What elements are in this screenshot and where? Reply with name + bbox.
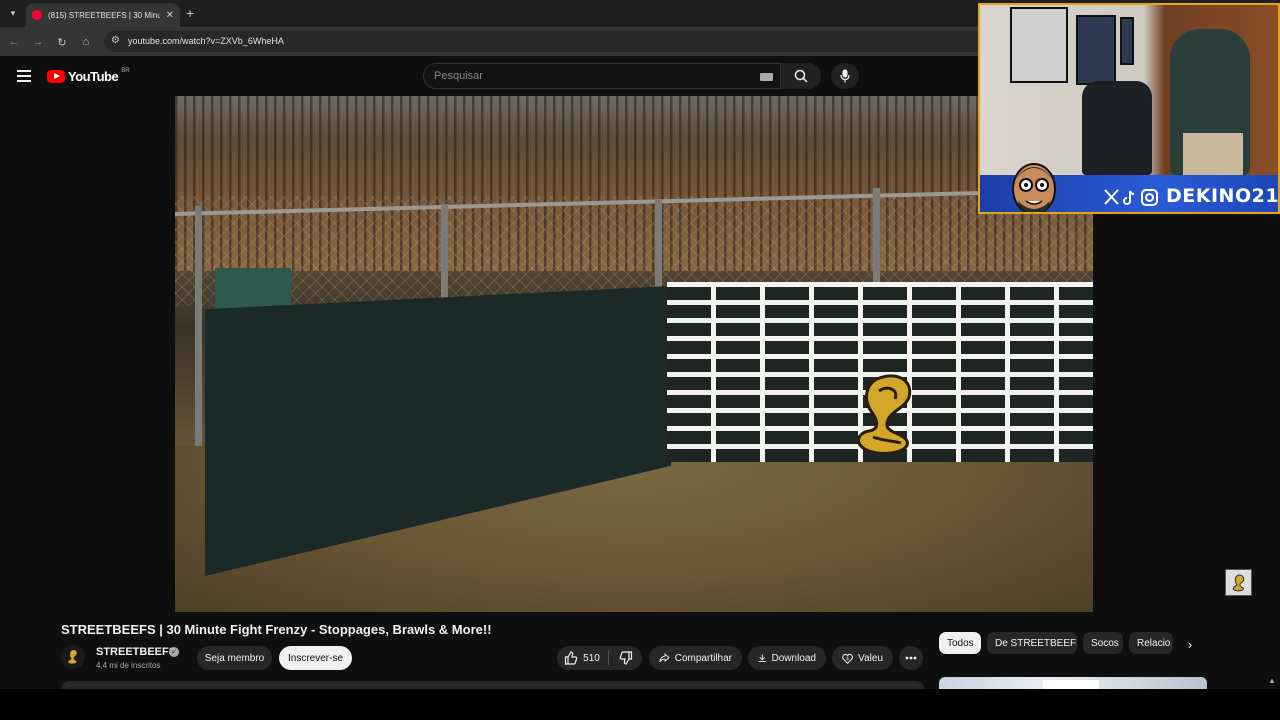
share-label: Compartilhar [674,652,732,664]
cartoon-avatar-icon [1012,163,1056,212]
subscriber-count: 4,4 mi de inscritos [96,661,161,670]
wall-poster [1120,17,1134,65]
chip-label: De STREETBEEFS [995,637,1077,649]
recommended-video-thumbnail[interactable] [939,677,1207,689]
bottom-bar [0,689,1280,720]
browser-tab[interactable]: (815) STREETBEEFS | 30 Minute Fight Fren… [26,3,180,27]
like-count: 510 [583,652,600,664]
channel-name[interactable]: STREETBEEFS [96,646,176,658]
search-box [423,63,781,89]
chip-todos[interactable]: Todos [939,632,981,654]
verified-badge-icon: ✓ [169,647,179,657]
streamer-legs [1183,133,1243,175]
chevron-right-icon[interactable]: › [1180,634,1200,654]
like-button[interactable]: 510 [557,646,607,670]
thanks-button[interactable]: $ Valeu [832,646,893,670]
instagram-icon [1141,189,1158,206]
chip-de-streetbeefs[interactable]: De STREETBEEFS [987,632,1077,654]
youtube-play-logo-icon [47,70,65,83]
tab-search-chevron-icon[interactable]: ▾ [4,4,22,22]
reload-icon[interactable]: ↻ [54,34,70,50]
social-icons [1104,189,1158,206]
address-bar[interactable]: ⚙ youtube.com/watch?v=ZXVb_6WheHA [104,31,984,52]
description-box[interactable] [61,681,924,689]
search-button[interactable] [781,63,821,89]
more-actions-button[interactable] [899,646,923,670]
cobra-channel-icon [68,650,77,664]
like-dislike-group: 510 [557,646,642,670]
youtube-logo[interactable]: YouTube BR [47,67,130,84]
share-button[interactable]: Compartilhar [649,646,742,670]
tab-close-icon[interactable]: ✕ [166,10,174,21]
video-frame-fence-post [441,204,448,304]
streamer-handle: DEKINO21 [1166,185,1280,207]
chip-socos[interactable]: Socos [1083,632,1123,654]
video-frame-fence-post [873,188,880,288]
gaming-chair [1082,81,1152,175]
country-code: BR [121,67,130,74]
super-thanks-icon: $ [842,653,853,664]
site-info-icon[interactable]: ⚙ [111,35,120,46]
menu-icon[interactable] [17,70,31,82]
microphone-icon [840,69,850,83]
x-icon [1104,189,1119,205]
like-divider [608,651,609,665]
svg-text:$: $ [846,656,849,661]
more-horizontal-icon [905,656,917,660]
cobra-logo-icon [857,374,912,455]
join-button[interactable]: Seja membro [197,646,272,670]
tab-title: (815) STREETBEEFS | 30 Minute Fight Fren… [48,10,160,20]
scroll-up-icon[interactable]: ▲ [1268,676,1276,685]
download-button[interactable]: Download [748,646,826,670]
keyboard-icon[interactable] [760,73,773,81]
download-icon [758,654,766,663]
chip-relacionados[interactable]: Relacio [1129,632,1173,654]
thanks-label: Valeu [858,652,883,664]
webcam-overlay: DEKINO21 [978,3,1280,214]
chip-label: Relacio [1137,637,1171,649]
video-title: STREETBEEFS | 30 Minute Fight Frenzy - S… [61,622,492,637]
subscribe-label: Inscrever-se [288,652,344,664]
address-url[interactable]: youtube.com/watch?v=ZXVb_6WheHA [128,36,284,46]
chip-label: Socos [1091,637,1119,649]
youtube-favicon-icon [32,10,42,20]
youtube-logo-text: YouTube [68,69,119,84]
tiktok-icon [1123,190,1135,205]
subscribe-button[interactable]: Inscrever-se [279,646,352,670]
video-frame-fence-post [655,200,662,300]
search-icon [794,69,808,83]
wall-poster [1076,15,1116,85]
video-player[interactable] [175,96,1093,612]
voice-search-button[interactable] [831,63,859,89]
forward-icon[interactable]: → [30,34,46,50]
wall-poster [1010,7,1068,83]
home-icon[interactable]: ⌂ [78,34,94,50]
download-label: Download [771,652,816,664]
thumbnail-badge [1043,680,1099,689]
back-icon[interactable]: ← [6,34,22,50]
share-icon [659,653,670,663]
thumbs-up-icon [565,651,578,665]
channel-watermark[interactable] [1225,569,1252,596]
search-input[interactable] [434,70,734,82]
channel-avatar[interactable] [61,645,85,669]
chip-label: Todos [947,637,974,649]
new-tab-icon[interactable]: + [186,5,194,21]
thumbs-down-icon [619,651,633,665]
cobra-watermark-icon [1232,573,1244,591]
dislike-button[interactable] [610,646,642,670]
join-label: Seja membro [204,652,265,664]
